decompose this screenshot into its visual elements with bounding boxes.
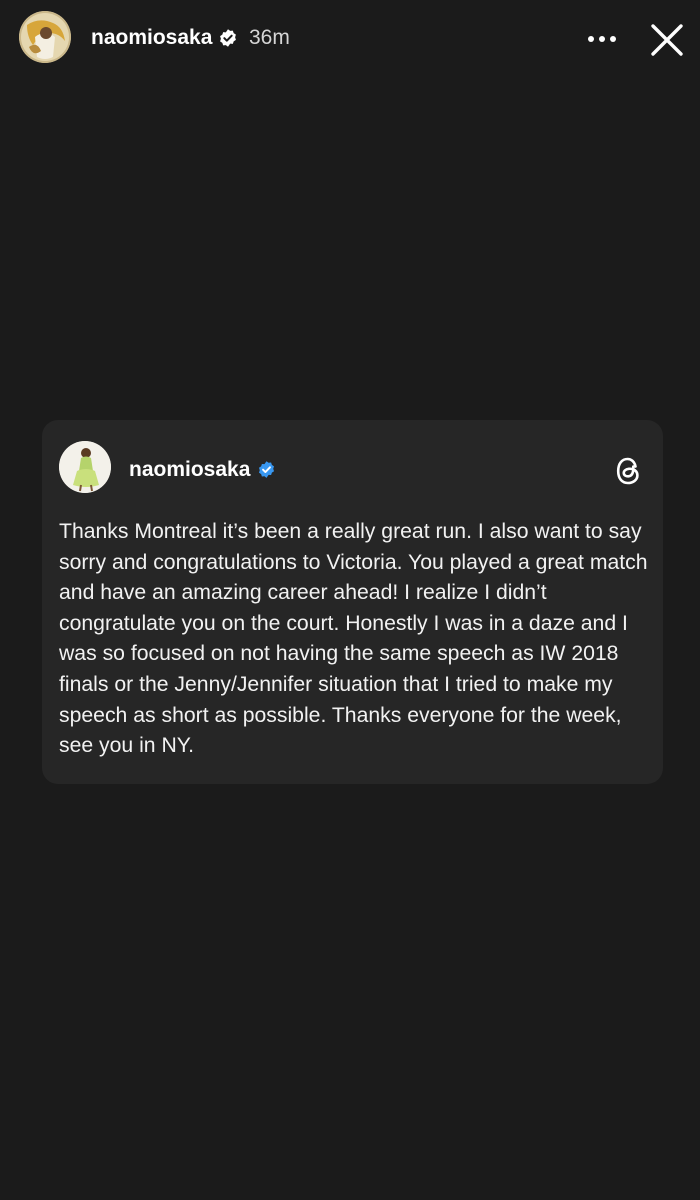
- story-timestamp: 36m: [249, 26, 290, 49]
- close-button[interactable]: [645, 18, 689, 62]
- verified-badge-icon: [258, 461, 275, 478]
- threads-post-card[interactable]: naomiosaka Thanks Montreal it’s been a r…: [42, 420, 663, 784]
- story-header: naomiosaka 36m: [0, 0, 700, 80]
- more-options-icon: [588, 36, 616, 42]
- avatar-image: [19, 11, 71, 63]
- more-options-button[interactable]: [582, 24, 622, 54]
- card-avatar-image: [59, 441, 111, 493]
- threads-logo-icon[interactable]: [612, 453, 644, 489]
- story-viewer: naomiosaka 36m naomiosaka Thanks Montrea…: [0, 0, 700, 1200]
- story-username[interactable]: naomiosaka: [91, 25, 212, 51]
- card-username[interactable]: naomiosaka: [129, 457, 250, 483]
- verified-badge-icon: [220, 29, 236, 47]
- close-icon: [651, 24, 683, 56]
- post-text: Thanks Montreal it’s been a really great…: [59, 520, 648, 758]
- card-profile-avatar[interactable]: [59, 441, 111, 493]
- profile-avatar[interactable]: [19, 11, 71, 63]
